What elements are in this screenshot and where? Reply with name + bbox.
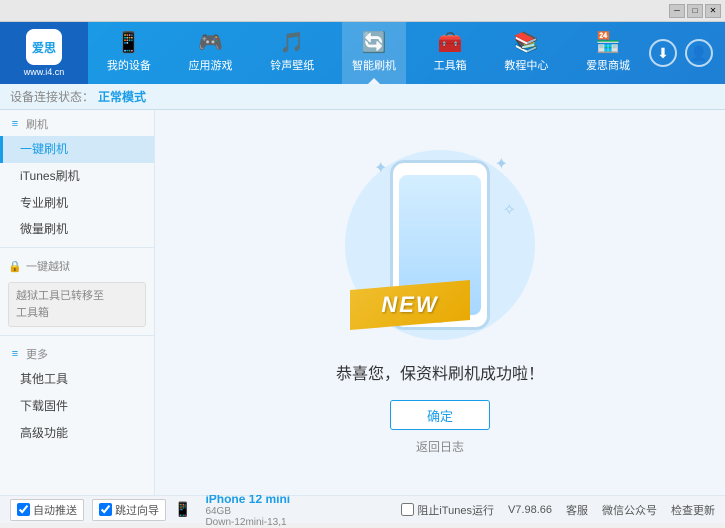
sparkle-1: ✦ bbox=[374, 158, 387, 178]
sidebar-flash-header: ≡ 刷机 bbox=[0, 110, 154, 136]
content-area: ✦ ✦ ✧ NEW 恭喜您，保资料刷机成功啦！ 确定 返回日志 bbox=[155, 110, 725, 495]
nav-tutorials-label: 教程中心 bbox=[504, 57, 548, 73]
nav-store-label: 爱思商城 bbox=[586, 57, 630, 73]
back-home-link[interactable]: 返回日志 bbox=[416, 438, 464, 455]
nav-tutorials[interactable]: 📚 教程中心 bbox=[494, 22, 558, 84]
title-bar: ─ □ ✕ bbox=[0, 0, 725, 22]
status-bar: 设备连接状态： 正常模式 bbox=[0, 84, 725, 110]
sidebar-more-header: ≡ 更多 bbox=[0, 340, 154, 366]
minimize-button[interactable]: ─ bbox=[669, 4, 685, 18]
skip-wizard-checkbox[interactable] bbox=[99, 503, 112, 516]
bottom-right: 阻止iTunes运行 V7.98.66 客服 微信公众号 检查更新 bbox=[401, 502, 715, 518]
nav-smart-flash[interactable]: 🔄 智能刷机 bbox=[342, 22, 406, 84]
sidebar-download-firmware[interactable]: 下载固件 bbox=[0, 393, 154, 420]
jailbreak-lock-icon: 🔒 bbox=[8, 259, 22, 273]
window-controls: ─ □ ✕ bbox=[669, 4, 721, 18]
wechat-link[interactable]: 微信公众号 bbox=[602, 502, 657, 518]
customer-service-link[interactable]: 客服 bbox=[566, 502, 588, 518]
maximize-button[interactable]: □ bbox=[687, 4, 703, 18]
device-icon: 📱 bbox=[174, 501, 191, 518]
bottom-bar: 自动推送 跳过向导 📱 iPhone 12 mini 64GB Down-12m… bbox=[0, 495, 725, 523]
nav-ringtones[interactable]: 🎵 铃声壁纸 bbox=[260, 22, 324, 84]
sidebar: ≡ 刷机 一键刷机 iTunes刷机 专业刷机 微量刷机 🔒 一键越狱 越狱工具… bbox=[0, 110, 155, 495]
sidebar-pro-flash[interactable]: 专业刷机 bbox=[0, 190, 154, 217]
jailbreak-notice: 越狱工具已转移至 工具箱 bbox=[8, 282, 146, 327]
nav-apps-games-label: 应用游戏 bbox=[189, 57, 233, 73]
success-text: 恭喜您，保资料刷机成功啦！ bbox=[336, 360, 544, 384]
device-info: iPhone 12 mini 64GB Down-12mini-13,1 bbox=[205, 492, 290, 528]
sidebar-other-tools[interactable]: 其他工具 bbox=[0, 366, 154, 393]
stop-itunes-checkbox[interactable] bbox=[401, 503, 414, 516]
my-device-icon: 📱 bbox=[116, 33, 141, 53]
auto-push-checkbox[interactable] bbox=[17, 503, 30, 516]
version-text: V7.98.66 bbox=[508, 504, 552, 516]
sidebar-jailbreak-header: 🔒 一键越狱 bbox=[0, 252, 154, 278]
flash-section-label: 刷机 bbox=[26, 116, 48, 132]
apps-games-icon: 🎮 bbox=[198, 33, 223, 53]
phone-illustration: ✦ ✦ ✧ NEW bbox=[360, 150, 520, 340]
back-home-label: 返回日志 bbox=[416, 440, 464, 454]
confirm-button[interactable]: 确定 bbox=[390, 400, 490, 430]
skip-wizard-label: 跳过向导 bbox=[115, 502, 159, 518]
logo-text: 爱思 bbox=[32, 39, 56, 56]
ringtones-icon: 🎵 bbox=[280, 33, 305, 53]
stop-itunes[interactable]: 阻止iTunes运行 bbox=[401, 502, 494, 518]
status-value: 正常模式 bbox=[98, 88, 146, 105]
logo-icon: 爱思 bbox=[26, 29, 62, 65]
check-update-link[interactable]: 检查更新 bbox=[671, 502, 715, 518]
sidebar-divider-2 bbox=[0, 335, 154, 336]
sidebar-onekey-flash[interactable]: 一键刷机 bbox=[0, 136, 154, 163]
close-button[interactable]: ✕ bbox=[705, 4, 721, 18]
nav-apps-games[interactable]: 🎮 应用游戏 bbox=[179, 22, 243, 84]
status-label: 设备连接状态： bbox=[10, 88, 94, 105]
logo: 爱思 www.i4.cn bbox=[0, 22, 88, 84]
device-storage: 64GB bbox=[205, 506, 290, 517]
stop-itunes-label: 阻止iTunes运行 bbox=[417, 502, 494, 518]
toolbox-icon: 🧰 bbox=[438, 33, 463, 53]
nav-ringtones-label: 铃声壁纸 bbox=[270, 57, 314, 73]
header: 爱思 www.i4.cn 📱 我的设备 🎮 应用游戏 🎵 铃声壁纸 🔄 智能刷机… bbox=[0, 22, 725, 84]
sparkle-3: ✧ bbox=[503, 200, 516, 220]
device-version: Down-12mini-13,1 bbox=[205, 517, 290, 528]
bottom-left: 自动推送 跳过向导 📱 iPhone 12 mini 64GB Down-12m… bbox=[10, 492, 290, 528]
nav-my-device[interactable]: 📱 我的设备 bbox=[97, 22, 161, 84]
auto-push-label: 自动推送 bbox=[33, 502, 77, 518]
nav-store[interactable]: 🏪 爱思商城 bbox=[576, 22, 640, 84]
sidebar-advanced[interactable]: 高级功能 bbox=[0, 420, 154, 447]
nav-toolbox[interactable]: 🧰 工具箱 bbox=[424, 22, 477, 84]
sparkle-2: ✦ bbox=[495, 154, 508, 174]
skip-wizard-checkbox-label[interactable]: 跳过向导 bbox=[92, 499, 166, 521]
nav-items: 📱 我的设备 🎮 应用游戏 🎵 铃声壁纸 🔄 智能刷机 🧰 工具箱 📚 教程中心… bbox=[88, 22, 649, 84]
nav-smart-flash-label: 智能刷机 bbox=[352, 57, 396, 73]
confirm-button-label: 确定 bbox=[427, 406, 453, 425]
nav-my-device-label: 我的设备 bbox=[107, 57, 151, 73]
device-row: 📱 iPhone 12 mini 64GB Down-12mini-13,1 bbox=[174, 492, 290, 528]
sidebar-divider-1 bbox=[0, 247, 154, 248]
main-area: ≡ 刷机 一键刷机 iTunes刷机 专业刷机 微量刷机 🔒 一键越狱 越狱工具… bbox=[0, 110, 725, 495]
jailbreak-section-label: 一键越狱 bbox=[26, 258, 70, 274]
nav-right: ⬇ 👤 bbox=[649, 39, 725, 67]
more-section-label: 更多 bbox=[26, 346, 48, 362]
flash-section-icon: ≡ bbox=[8, 117, 22, 131]
smart-flash-icon: 🔄 bbox=[362, 33, 387, 53]
sidebar-itunes-flash[interactable]: iTunes刷机 bbox=[0, 163, 154, 190]
user-button[interactable]: 👤 bbox=[685, 39, 713, 67]
logo-url: www.i4.cn bbox=[24, 67, 65, 77]
sidebar-wipe-flash[interactable]: 微量刷机 bbox=[0, 216, 154, 243]
tutorials-icon: 📚 bbox=[514, 33, 539, 53]
nav-toolbox-label: 工具箱 bbox=[434, 57, 467, 73]
download-button[interactable]: ⬇ bbox=[649, 39, 677, 67]
store-icon: 🏪 bbox=[596, 33, 621, 53]
auto-push-checkbox-label[interactable]: 自动推送 bbox=[10, 499, 84, 521]
more-section-icon: ≡ bbox=[8, 347, 22, 361]
